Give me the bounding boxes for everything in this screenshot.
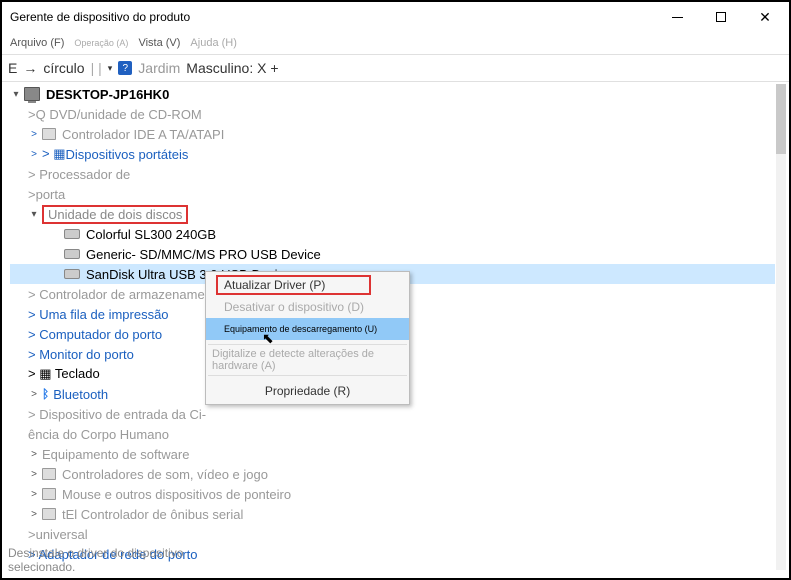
chevron-right-icon[interactable]: > xyxy=(28,389,40,400)
maximize-button[interactable] xyxy=(709,5,733,29)
disk-icon xyxy=(64,229,80,239)
node-software[interactable]: > Equipamento de software xyxy=(10,444,775,464)
computer-icon xyxy=(24,87,40,101)
disk-icon xyxy=(64,249,80,259)
chevron-down-icon[interactable]: ▾ xyxy=(10,89,22,100)
window-title: Gerente de dispositivo do produto xyxy=(10,10,190,24)
menu-view[interactable]: Vista (V) xyxy=(138,37,180,49)
node-disk-drives[interactable]: ▾ Unidade de dois discos xyxy=(10,204,775,224)
addr-e: E xyxy=(8,60,17,76)
address-bar: E → círculo | | ▾ ? Jardim Masculino: X … xyxy=(2,54,789,82)
chevron-right-icon[interactable]: > xyxy=(28,149,40,160)
root-label: DESKTOP-JP16HK0 xyxy=(46,87,169,102)
scrollbar[interactable] xyxy=(776,84,786,570)
node-port[interactable]: >porta xyxy=(10,184,775,204)
node-portables[interactable]: > > ▦ Dispositivos portáteis xyxy=(10,144,775,164)
root-node[interactable]: ▾ DESKTOP-JP16HK0 xyxy=(10,84,775,104)
addr-dropdown-icon[interactable]: ▾ xyxy=(108,63,113,74)
ctx-separator xyxy=(208,344,407,345)
ctx-separator xyxy=(208,375,407,376)
addr-pipes: | | xyxy=(91,60,102,76)
close-button[interactable]: ✕ xyxy=(753,5,777,29)
ctx-scan-hardware[interactable]: Digitalize e detecte alterações de hardw… xyxy=(206,349,409,371)
minimize-button[interactable] xyxy=(665,5,689,29)
node-hid[interactable]: > Dispositivo de entrada da Ci- xyxy=(10,404,775,424)
chevron-down-icon[interactable]: ▾ xyxy=(28,209,40,220)
menubar: Arquivo (F) Operação (A) Vista (V) Ajuda… xyxy=(2,32,789,54)
node-usb[interactable]: > tEl Controlador de ônibus serial xyxy=(10,504,775,524)
ctx-properties[interactable]: Propriedade (R) xyxy=(206,380,409,402)
node-sound[interactable]: > Controladores de som, vídeo e jogo xyxy=(10,464,775,484)
ctx-disable-device[interactable]: Desativar o dispositivo (D) xyxy=(206,296,409,318)
device-icon xyxy=(42,128,56,140)
addr-arrow: → xyxy=(23,60,37,76)
node-hid2: ência do Corpo Humano xyxy=(10,424,775,444)
addr-circ: círculo xyxy=(43,60,84,76)
disk-icon xyxy=(64,269,80,279)
device-icon xyxy=(42,468,56,480)
addr-jardim: Jardim xyxy=(138,60,180,76)
disk-drives-label: Unidade de dois discos xyxy=(42,205,188,224)
chevron-right-icon[interactable]: > xyxy=(28,129,40,140)
chevron-right-icon[interactable]: > xyxy=(28,489,40,500)
scrollbar-thumb[interactable] xyxy=(776,84,786,154)
ctx-uninstall-device[interactable]: Equipamento de descarregamento (U) xyxy=(206,318,409,340)
menu-file[interactable]: Arquivo (F) xyxy=(10,37,64,49)
window-controls: ✕ xyxy=(665,5,777,29)
context-menu: Atualizar Driver (P) Desativar o disposi… xyxy=(205,271,410,405)
chevron-right-icon[interactable]: > xyxy=(28,509,40,520)
menu-action[interactable]: Operação (A) xyxy=(74,38,128,48)
node-mouse[interactable]: > Mouse e outros dispositivos de ponteir… xyxy=(10,484,775,504)
chevron-right-icon[interactable]: > xyxy=(28,449,40,460)
menu-help[interactable]: Ajuda (H) xyxy=(190,37,236,49)
ctx-update-driver[interactable]: Atualizar Driver (P) xyxy=(206,274,409,296)
help-icon[interactable]: ? xyxy=(118,61,132,75)
node-usb2: >universal xyxy=(10,524,775,544)
titlebar: Gerente de dispositivo do produto ✕ xyxy=(2,2,789,32)
node-processor[interactable]: > Processador de xyxy=(10,164,775,184)
node-ide[interactable]: > Controlador IDE A TA/ATAPI xyxy=(10,124,775,144)
disk-item-2[interactable]: Generic- SD/MMC/MS PRO USB Device xyxy=(10,244,775,264)
bluetooth-icon: ᛒ xyxy=(42,387,49,401)
disk-item-1[interactable]: Colorful SL300 240GB xyxy=(10,224,775,244)
chevron-right-icon[interactable]: > xyxy=(28,469,40,480)
device-icon xyxy=(42,508,56,520)
device-icon xyxy=(42,488,56,500)
status-text: Desinstale o driver do dispositivo selec… xyxy=(8,546,183,574)
highlight-box xyxy=(216,275,371,295)
node-dvd[interactable]: >Q DVD/unidade de CD-ROM xyxy=(10,104,775,124)
addr-masc: Masculino: X + xyxy=(186,60,278,76)
